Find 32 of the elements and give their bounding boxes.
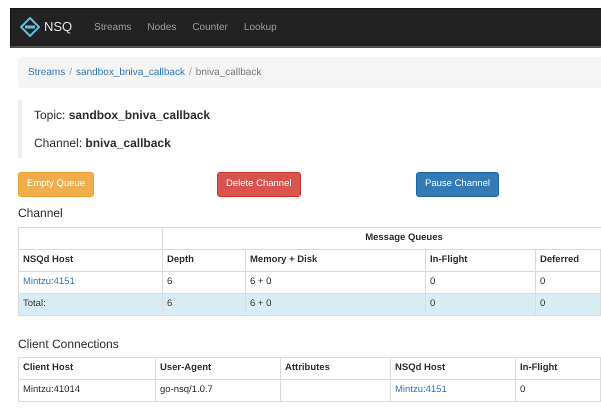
logo-icon [20,17,40,37]
breadcrumb-current: bniva_callback [196,66,262,80]
breadcrumb-separator: / [188,66,193,80]
table-cell-text: 0 [430,275,436,289]
table-cell-text: 0 [520,383,526,397]
table-cell-text: 6 [167,297,172,311]
breadcrumb-link[interactable]: sandbox_bniva_callback [76,65,185,80]
section-heading: Client Connections [18,336,120,352]
table-cell-text: 0 [540,275,546,289]
table-cell-text: Mintzu:41014 [23,383,80,397]
table-cell-text: 6 + 0 [250,275,272,289]
breadcrumb-link[interactable]: Streams [28,65,66,80]
table-cell-text: 6 [167,275,172,289]
info-line: Topic: sandbox_bniva_callback [34,107,212,124]
table-cell-text: go-nsq/1.0.7 [160,383,213,397]
table-cell-text: 6 + 0 [250,297,272,311]
nav-link[interactable]: Lookup [236,20,285,34]
action-button[interactable]: Delete Channel [217,172,300,197]
table-cell-text: 0 [540,297,546,311]
nav-link[interactable]: Counter [184,20,236,34]
host-link[interactable]: Mintzu:4151 [23,275,75,290]
brand-name: NSQ [44,18,72,36]
column-header: Message Queues [364,231,444,245]
section-heading: Channel [18,204,64,221]
nav-link[interactable]: Streams [86,20,140,34]
nav-link[interactable]: Nodes [139,20,184,34]
action-button[interactable]: Pause Channel [416,172,499,197]
breadcrumb-separator: / [68,66,74,80]
table-cell-text: 0 [430,297,436,311]
table-cell-text: Total: [23,297,46,311]
host-link[interactable]: Mintzu:4151 [395,383,447,398]
info-line: Channel: bniva_callback [34,135,172,152]
